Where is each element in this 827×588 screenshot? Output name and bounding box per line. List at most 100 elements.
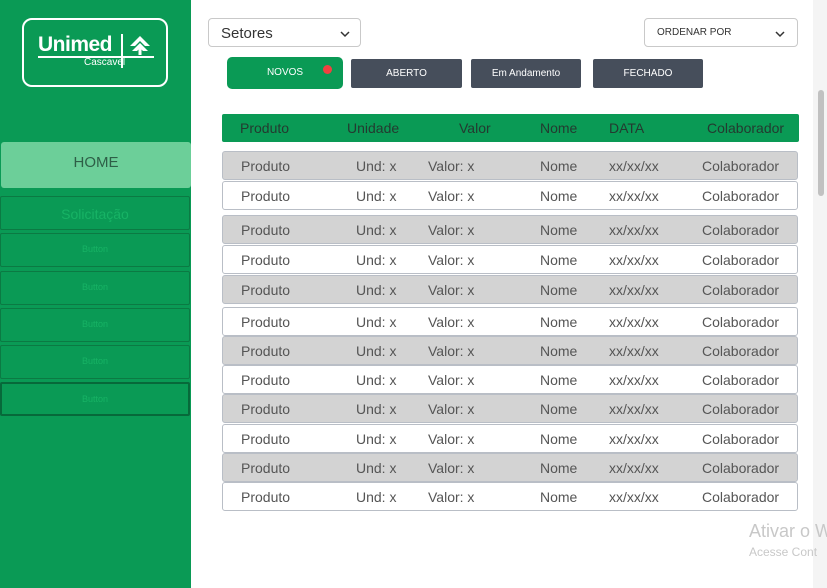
cell-nome: Nome — [540, 252, 578, 268]
cell-produto: Produto — [241, 314, 291, 330]
setores-select[interactable]: Setores — [208, 18, 361, 47]
cell-valor: Valor: x — [428, 489, 475, 505]
chevron-down-icon — [340, 31, 350, 38]
cell-colaborador: Colaborador — [702, 222, 780, 238]
table-row[interactable]: Produto Und: x Valor: x Nome xx/xx/xx Colabor… — [222, 453, 798, 482]
tab-em-andamento[interactable]: Em Andamento — [471, 59, 581, 88]
tab-fechado[interactable]: FECHADO — [593, 59, 703, 88]
cell-valor: Valor: x — [428, 460, 475, 476]
cell-produto: Produto — [241, 158, 291, 174]
cell-colaborador: Colaborador — [702, 460, 780, 476]
cell-nome: Nome — [540, 188, 578, 204]
cell-valor: Valor: x — [428, 158, 475, 174]
cell-colaborador: Colaborador — [702, 282, 780, 298]
ordenar-select-value: ORDENAR POR — [657, 27, 732, 38]
cell-nome: Nome — [540, 401, 578, 417]
cell-valor: Valor: x — [428, 222, 475, 238]
activation-watermark-title: Ativar o W — [749, 521, 827, 541]
table-row[interactable]: Produto Und: x Valor: x Nome xx/xx/xx Colabor… — [222, 181, 798, 210]
cell-unidade: Und: x — [356, 252, 397, 268]
cell-valor: Valor: x — [428, 343, 475, 359]
sidebar-button-1[interactable]: Button — [0, 233, 190, 267]
cell-data: xx/xx/xx — [609, 314, 659, 330]
cell-produto: Produto — [241, 460, 291, 476]
cell-produto: Produto — [241, 431, 291, 447]
cell-unidade: Und: x — [356, 343, 397, 359]
scrollbar-thumb[interactable] — [818, 90, 824, 196]
cell-nome: Nome — [540, 431, 578, 447]
cell-nome: Nome — [540, 314, 578, 330]
unimed-tree-icon — [130, 36, 150, 55]
cell-unidade: Und: x — [356, 372, 397, 388]
cell-data: xx/xx/xx — [609, 401, 659, 417]
cell-produto: Produto — [241, 372, 291, 388]
cell-unidade: Und: x — [356, 158, 397, 174]
cell-data: xx/xx/xx — [609, 460, 659, 476]
sidebar-button-2[interactable]: Button — [0, 271, 190, 305]
tab-novos[interactable]: NOVOS — [227, 57, 343, 89]
sidebar-button-4[interactable]: Button — [0, 345, 190, 379]
cell-valor: Valor: x — [428, 372, 475, 388]
sidebar-item-solicitacao[interactable]: Solicitação — [0, 196, 190, 230]
cell-unidade: Und: x — [356, 222, 397, 238]
cell-unidade: Und: x — [356, 401, 397, 417]
cell-nome: Nome — [540, 460, 578, 476]
table-row[interactable]: Produto Und: x Valor: x Nome xx/xx/xx Colabor… — [222, 424, 798, 453]
cell-colaborador: Colaborador — [702, 372, 780, 388]
cell-colaborador: Colaborador — [702, 489, 780, 505]
scrollbar-track[interactable] — [813, 0, 827, 588]
cell-produto: Produto — [241, 188, 291, 204]
cell-produto: Produto — [241, 222, 291, 238]
ordenar-select[interactable]: ORDENAR POR — [644, 18, 798, 47]
cell-valor: Valor: x — [428, 282, 475, 298]
notification-dot — [323, 65, 332, 74]
column-header-produto: Produto — [240, 120, 290, 136]
cell-colaborador: Colaborador — [702, 343, 780, 359]
cell-colaborador: Colaborador — [702, 158, 780, 174]
cell-unidade: Und: x — [356, 188, 397, 204]
column-header-colaborador: Colaborador — [707, 120, 785, 136]
cell-nome: Nome — [540, 222, 578, 238]
cell-colaborador: Colaborador — [702, 401, 780, 417]
table-row[interactable]: Produto Und: x Valor: x Nome xx/xx/xx Colabor… — [222, 275, 798, 304]
tab-aberto[interactable]: ABERTO — [351, 59, 462, 88]
cell-data: xx/xx/xx — [609, 489, 659, 505]
table-header: Produto Unidade Valor Nome DATA Colabora… — [222, 114, 799, 142]
cell-colaborador: Colaborador — [702, 314, 780, 330]
cell-unidade: Und: x — [356, 460, 397, 476]
table-row[interactable]: Produto Und: x Valor: x Nome xx/xx/xx Colabor… — [222, 245, 798, 274]
tab-novos-label: NOVOS — [266, 67, 304, 78]
cell-valor: Valor: x — [428, 252, 475, 268]
cell-data: xx/xx/xx — [609, 282, 659, 298]
table-row[interactable]: Produto Und: x Valor: x Nome xx/xx/xx Colabor… — [222, 151, 798, 180]
column-header-valor: Valor — [459, 120, 491, 136]
table-row[interactable]: Produto Und: x Valor: x Nome xx/xx/xx Colabor… — [222, 307, 798, 336]
column-header-data: DATA — [609, 120, 645, 136]
table-row[interactable]: Produto Und: x Valor: x Nome xx/xx/xx Colabor… — [222, 336, 798, 365]
cell-nome: Nome — [540, 282, 578, 298]
cell-data: xx/xx/xx — [609, 188, 659, 204]
sidebar-item-home[interactable]: HOME — [1, 142, 191, 188]
table-row[interactable]: Produto Und: x Valor: x Nome xx/xx/xx Colabor… — [222, 215, 798, 244]
logo-sub-text: Cascavel — [84, 57, 126, 68]
cell-data: xx/xx/xx — [609, 158, 659, 174]
chevron-down-icon — [775, 31, 785, 38]
cell-colaborador: Colaborador — [702, 188, 780, 204]
cell-produto: Produto — [241, 343, 291, 359]
cell-data: xx/xx/xx — [609, 372, 659, 388]
table-row[interactable]: Produto Und: x Valor: x Nome xx/xx/xx Colabor… — [222, 394, 798, 423]
cell-data: xx/xx/xx — [609, 431, 659, 447]
cell-unidade: Und: x — [356, 489, 397, 505]
cell-data: xx/xx/xx — [609, 343, 659, 359]
table-row[interactable]: Produto Und: x Valor: x Nome xx/xx/xx Colabor… — [222, 365, 798, 394]
activation-watermark-text: Acesse Cont — [749, 545, 818, 559]
cell-nome: Nome — [540, 343, 578, 359]
unimed-logo[interactable]: Unimed Cascavel — [22, 18, 168, 87]
table-row[interactable]: Produto Und: x Valor: x Nome xx/xx/xx Colabor… — [222, 482, 798, 511]
cell-valor: Valor: x — [428, 431, 475, 447]
sidebar-button-5[interactable]: Button — [0, 382, 190, 416]
sidebar-button-3[interactable]: Button — [0, 308, 190, 342]
column-header-unidade: Unidade — [347, 120, 400, 136]
cell-valor: Valor: x — [428, 401, 475, 417]
cell-data: xx/xx/xx — [609, 252, 659, 268]
